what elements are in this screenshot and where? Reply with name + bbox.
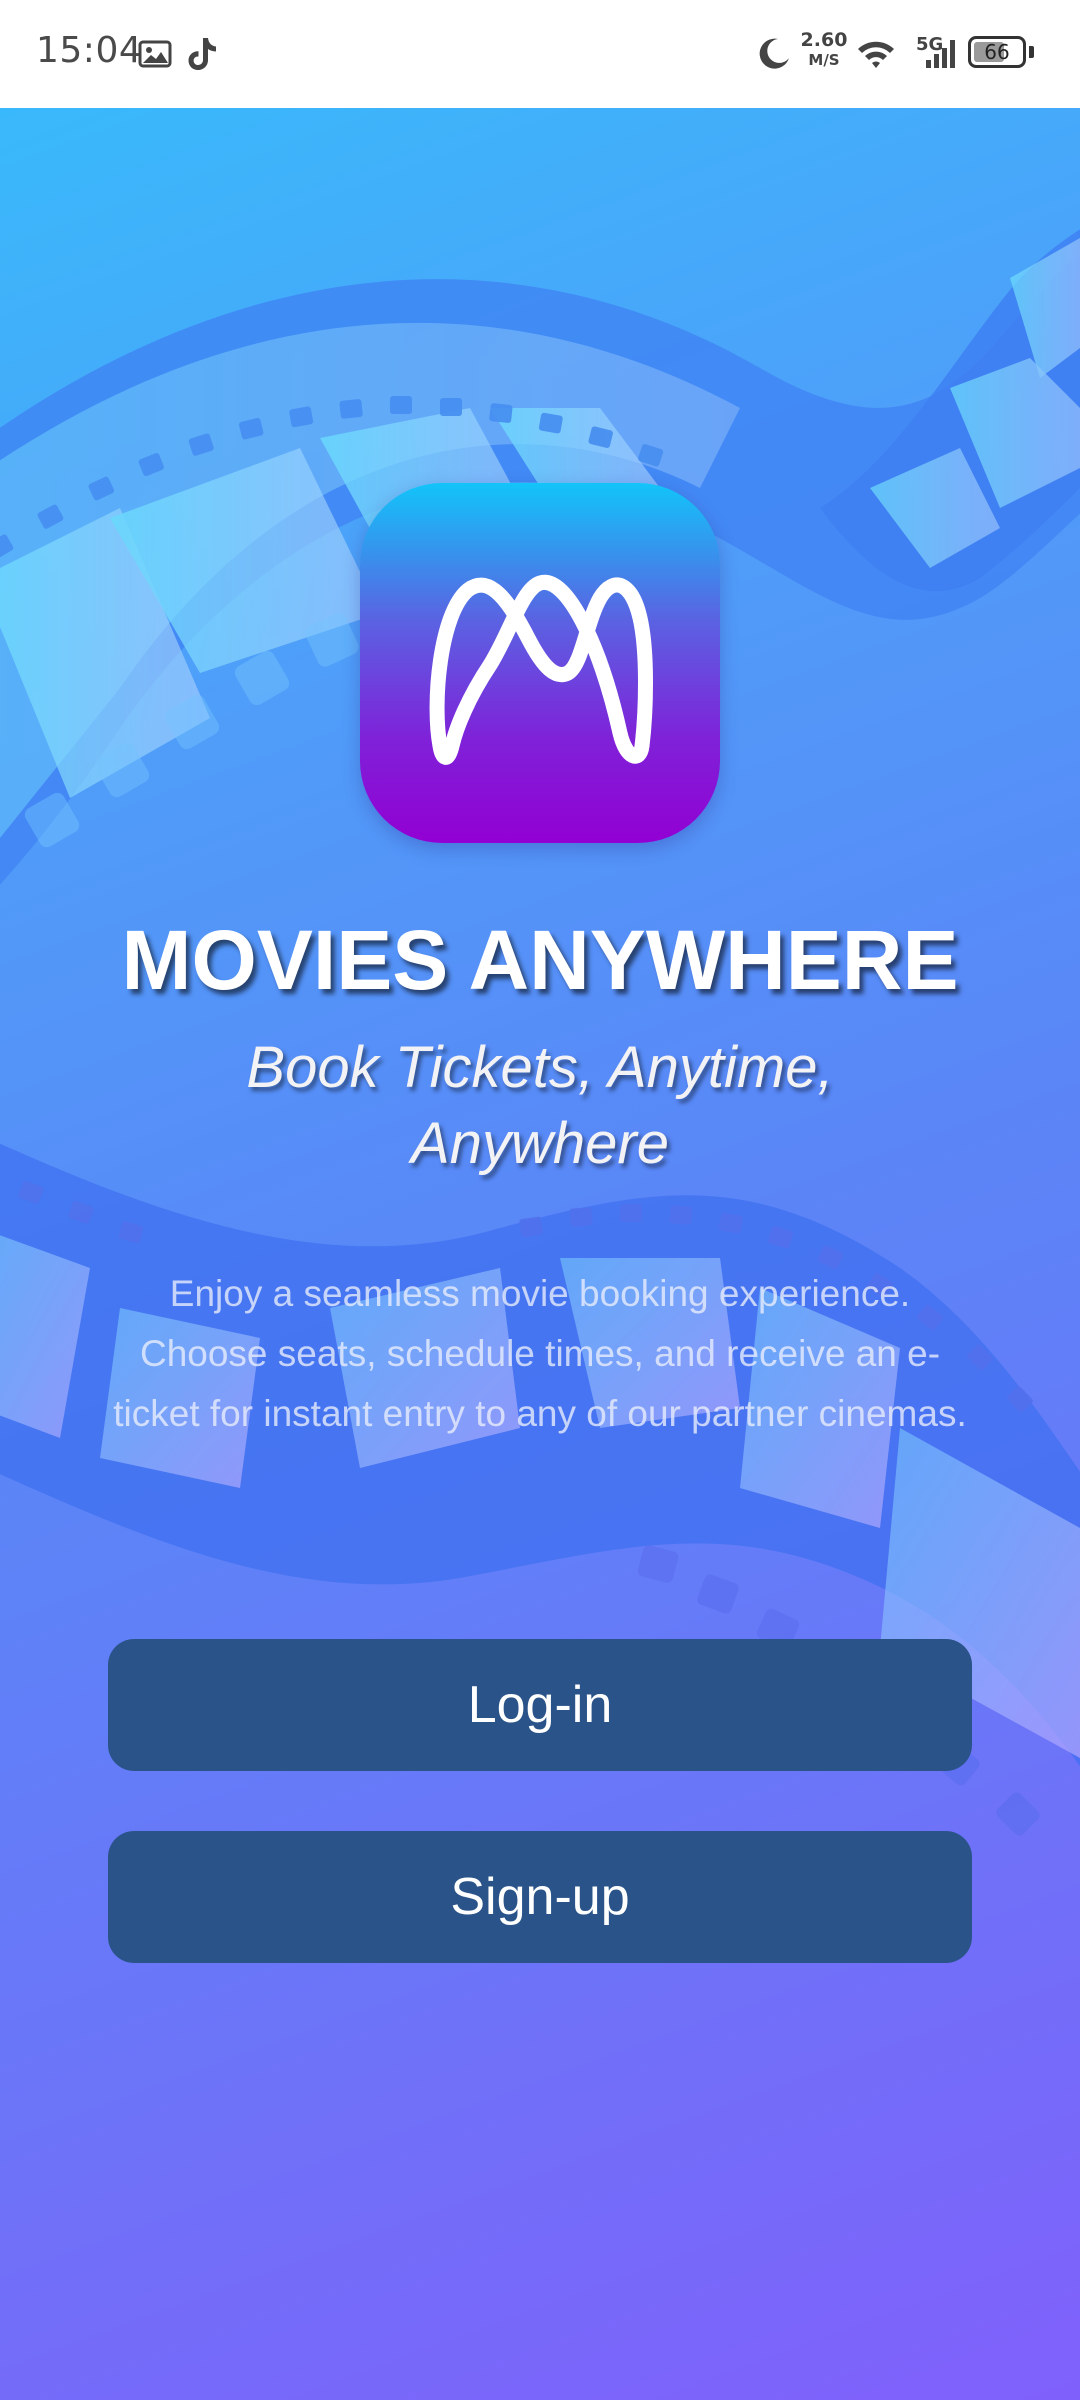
movies-anywhere-logo-icon <box>360 483 720 843</box>
app-tagline: Book Tickets, Anytime, Anywhere <box>246 1035 834 1176</box>
network-speed: 2.60 M/S <box>800 30 848 70</box>
wifi-icon <box>856 38 896 75</box>
battery-icon: 66 <box>968 36 1026 68</box>
network-speed-value: 2.60 <box>800 29 848 51</box>
battery-terminal <box>1029 46 1034 58</box>
network-speed-unit: M/S <box>808 51 840 69</box>
login-button[interactable]: Log-in <box>108 1639 972 1771</box>
app-title: MOVIES ANYWHERE <box>121 913 959 1007</box>
welcome-screen: 15:04 2.60 M/S 5G 66 MOVIES ANYWHERE Boo… <box>0 0 1080 2400</box>
app-description: Enjoy a seamless movie booking experienc… <box>113 1273 967 1434</box>
battery-level: 66 <box>984 40 1010 64</box>
background <box>0 108 1080 2400</box>
do-not-disturb-moon-icon <box>758 36 792 75</box>
film-strip-decoration <box>0 229 1080 1836</box>
signup-button[interactable]: Sign-up <box>108 1831 972 1963</box>
photo-notification-icon <box>138 40 172 73</box>
tiktok-icon <box>186 36 218 77</box>
cellular-signal-icon <box>924 36 962 75</box>
status-time: 15:04 <box>36 30 143 71</box>
status-bar: 15:04 2.60 M/S 5G 66 <box>0 0 1080 108</box>
